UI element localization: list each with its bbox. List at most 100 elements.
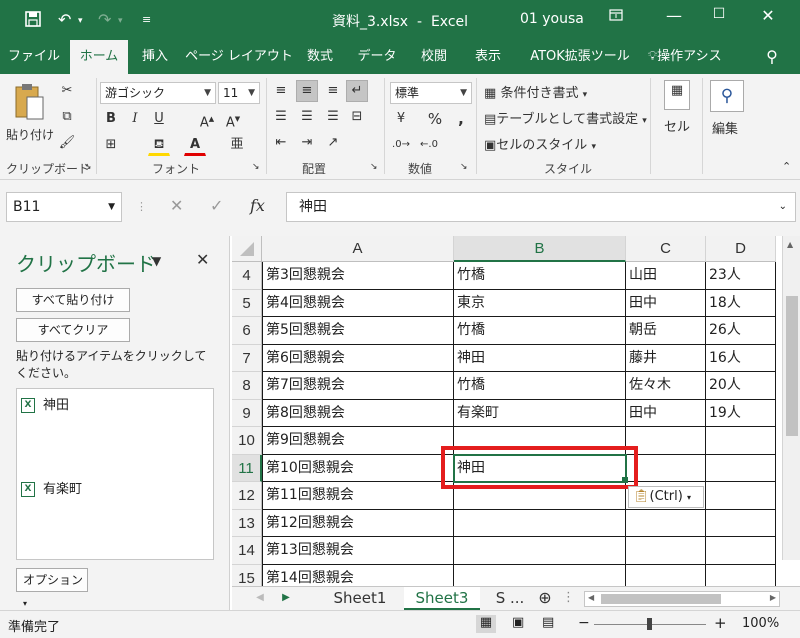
decrease-indent-icon[interactable]: ⇤ bbox=[270, 132, 292, 154]
share-icon[interactable]: ⚲ bbox=[760, 40, 784, 74]
row-header[interactable]: 11 bbox=[232, 454, 262, 482]
cell-c8[interactable]: 佐々木 bbox=[626, 372, 706, 400]
copy-icon[interactable]: ⧉ bbox=[56, 106, 78, 128]
decrease-font-icon[interactable]: A▼ bbox=[222, 108, 244, 130]
user-name[interactable]: 01 yousa bbox=[520, 11, 584, 27]
tab-atok[interactable]: ATOK拡張ツール bbox=[522, 40, 638, 74]
ribbon-display-icon[interactable] bbox=[600, 6, 632, 25]
select-all-corner[interactable] bbox=[232, 236, 262, 262]
scroll-right-icon[interactable]: ▶ bbox=[278, 587, 294, 610]
row-header[interactable]: 12 bbox=[232, 482, 262, 510]
tab-split-grip-icon[interactable]: ⋮ bbox=[562, 587, 575, 610]
cell-d13[interactable] bbox=[706, 509, 776, 537]
align-middle-icon[interactable]: ≡ bbox=[296, 80, 318, 102]
fill-handle[interactable] bbox=[622, 477, 628, 483]
paste-all-button[interactable]: すべて貼り付け bbox=[16, 288, 130, 312]
increase-decimal-icon[interactable]: .0→ bbox=[390, 134, 412, 156]
align-right-icon[interactable]: ☰ bbox=[322, 106, 344, 128]
increase-indent-icon[interactable]: ⇥ bbox=[296, 132, 318, 154]
vertical-scrollbar[interactable]: ▲ bbox=[782, 236, 800, 560]
cell-a9[interactable]: 第8回懇親会 bbox=[262, 399, 454, 427]
cell-a7[interactable]: 第6回懇親会 bbox=[262, 344, 454, 372]
tab-view[interactable]: 表示 bbox=[466, 40, 510, 74]
row-header[interactable]: 7 bbox=[232, 344, 262, 372]
cell-d15[interactable] bbox=[706, 564, 776, 586]
conditional-format-button[interactable]: ▦ 条件付き書式 ▾ bbox=[484, 82, 587, 101]
scroll-up-icon[interactable]: ▲ bbox=[787, 240, 793, 249]
tab-review[interactable]: 校閲 bbox=[412, 40, 456, 74]
zoom-in-icon[interactable]: + bbox=[714, 614, 727, 632]
row-header[interactable]: 4 bbox=[232, 262, 262, 290]
number-launcher-icon[interactable]: ↘ bbox=[460, 162, 468, 172]
align-left-icon[interactable]: ☰ bbox=[270, 106, 292, 128]
accounting-format-icon[interactable]: ¥ bbox=[390, 108, 412, 130]
increase-font-icon[interactable]: A▲ bbox=[196, 108, 218, 130]
tab-home[interactable]: ホーム bbox=[70, 40, 128, 74]
borders-icon[interactable]: ⊞ bbox=[100, 134, 122, 156]
cell-a12[interactable]: 第11回懇親会 bbox=[262, 482, 454, 510]
normal-view-icon[interactable]: ▦ bbox=[476, 615, 496, 633]
name-box[interactable]: B11 ▼ bbox=[6, 192, 122, 222]
row-header[interactable]: 10 bbox=[232, 427, 262, 455]
paste-button[interactable]: 貼り付け bbox=[6, 80, 54, 150]
expand-formula-icon[interactable]: ⌄ bbox=[779, 193, 787, 221]
cell-b14[interactable] bbox=[454, 537, 626, 565]
clipboard-item[interactable]: X 神田 bbox=[21, 397, 69, 415]
row-header[interactable]: 6 bbox=[232, 317, 262, 345]
row-header[interactable]: 13 bbox=[232, 509, 262, 537]
paste-options-button[interactable]: 📋︎(Ctrl) ▾ bbox=[628, 486, 704, 508]
page-layout-view-icon[interactable]: ▣ bbox=[512, 615, 524, 630]
column-header-c[interactable]: C bbox=[626, 236, 706, 262]
format-as-table-button[interactable]: ▤テーブルとして書式設定 ▾ bbox=[484, 108, 647, 127]
page-break-view-icon[interactable]: ▤ bbox=[542, 615, 554, 630]
row-header[interactable]: 15 bbox=[232, 564, 262, 586]
cell-b4[interactable]: 竹橋 bbox=[454, 262, 626, 290]
cell-a10[interactable]: 第9回懇親会 bbox=[262, 427, 454, 455]
zoom-out-icon[interactable]: − bbox=[578, 615, 590, 631]
cell-a15[interactable]: 第14回懇親会 bbox=[262, 564, 454, 586]
font-size-combo[interactable]: 11 ▼ bbox=[218, 82, 260, 104]
cell-d14[interactable] bbox=[706, 537, 776, 565]
row-header[interactable]: 5 bbox=[232, 289, 262, 317]
cell-d11[interactable] bbox=[706, 454, 776, 482]
cell-d6[interactable]: 26人 bbox=[706, 317, 776, 345]
column-header-a[interactable]: A bbox=[262, 236, 454, 262]
minimize-icon[interactable]: — bbox=[658, 6, 690, 25]
percent-style-button[interactable]: % bbox=[424, 108, 446, 130]
scroll-thumb[interactable] bbox=[786, 296, 798, 436]
align-center-icon[interactable]: ☰ bbox=[296, 106, 318, 128]
tab-formulas[interactable]: 数式 bbox=[298, 40, 342, 74]
options-button[interactable]: オプション ▾ bbox=[16, 568, 88, 608]
zoom-slider-thumb[interactable] bbox=[647, 618, 652, 630]
collapse-ribbon-icon[interactable]: ⌃ bbox=[782, 160, 791, 173]
tell-me[interactable]: 💡︎操作アシス bbox=[648, 40, 732, 74]
sheet-tab-sheet1[interactable]: Sheet1 bbox=[324, 587, 396, 610]
close-pane-icon[interactable]: ✕ bbox=[196, 250, 209, 269]
enter-icon[interactable]: ✓ bbox=[210, 196, 223, 215]
cell-b6[interactable]: 竹橋 bbox=[454, 317, 626, 345]
tab-data[interactable]: データ bbox=[350, 40, 404, 74]
cell-d5[interactable]: 18人 bbox=[706, 289, 776, 317]
worksheet-grid[interactable]: A B C D ▲ 4 第3回懇親会 竹橋 山田 23人 5 第4回懇親会 東京 田中 18人 6 第… bbox=[232, 236, 800, 586]
alignment-launcher-icon[interactable]: ↘ bbox=[370, 162, 378, 172]
cell-c6[interactable]: 朝岳 bbox=[626, 317, 706, 345]
row-header[interactable]: 9 bbox=[232, 399, 262, 427]
cell-c7[interactable]: 藤井 bbox=[626, 344, 706, 372]
cell-d8[interactable]: 20人 bbox=[706, 372, 776, 400]
maximize-icon[interactable]: ☐ bbox=[703, 6, 735, 22]
format-painter-icon[interactable]: 🖌︎ bbox=[56, 132, 78, 154]
clipboard-launcher-icon[interactable]: ↘ bbox=[84, 162, 92, 172]
cell-b9[interactable]: 有楽町 bbox=[454, 399, 626, 427]
pane-options-icon[interactable]: ▼ bbox=[152, 254, 161, 268]
column-header-b[interactable]: B bbox=[454, 236, 626, 262]
add-sheet-icon[interactable]: ⊕ bbox=[534, 587, 556, 610]
zoom-level[interactable]: 100% bbox=[742, 616, 779, 631]
cells-button[interactable]: ▦ セル bbox=[658, 80, 696, 160]
comma-style-button[interactable]: , bbox=[450, 108, 472, 130]
align-top-icon[interactable]: ≡ bbox=[270, 80, 292, 102]
font-name-combo[interactable]: 游ゴシック ▼ bbox=[100, 82, 216, 104]
cell-b5[interactable]: 東京 bbox=[454, 289, 626, 317]
editing-button[interactable]: ⚲ 編集 bbox=[706, 80, 750, 160]
cell-a14[interactable]: 第13回懇親会 bbox=[262, 537, 454, 565]
cell-a5[interactable]: 第4回懇親会 bbox=[262, 289, 454, 317]
